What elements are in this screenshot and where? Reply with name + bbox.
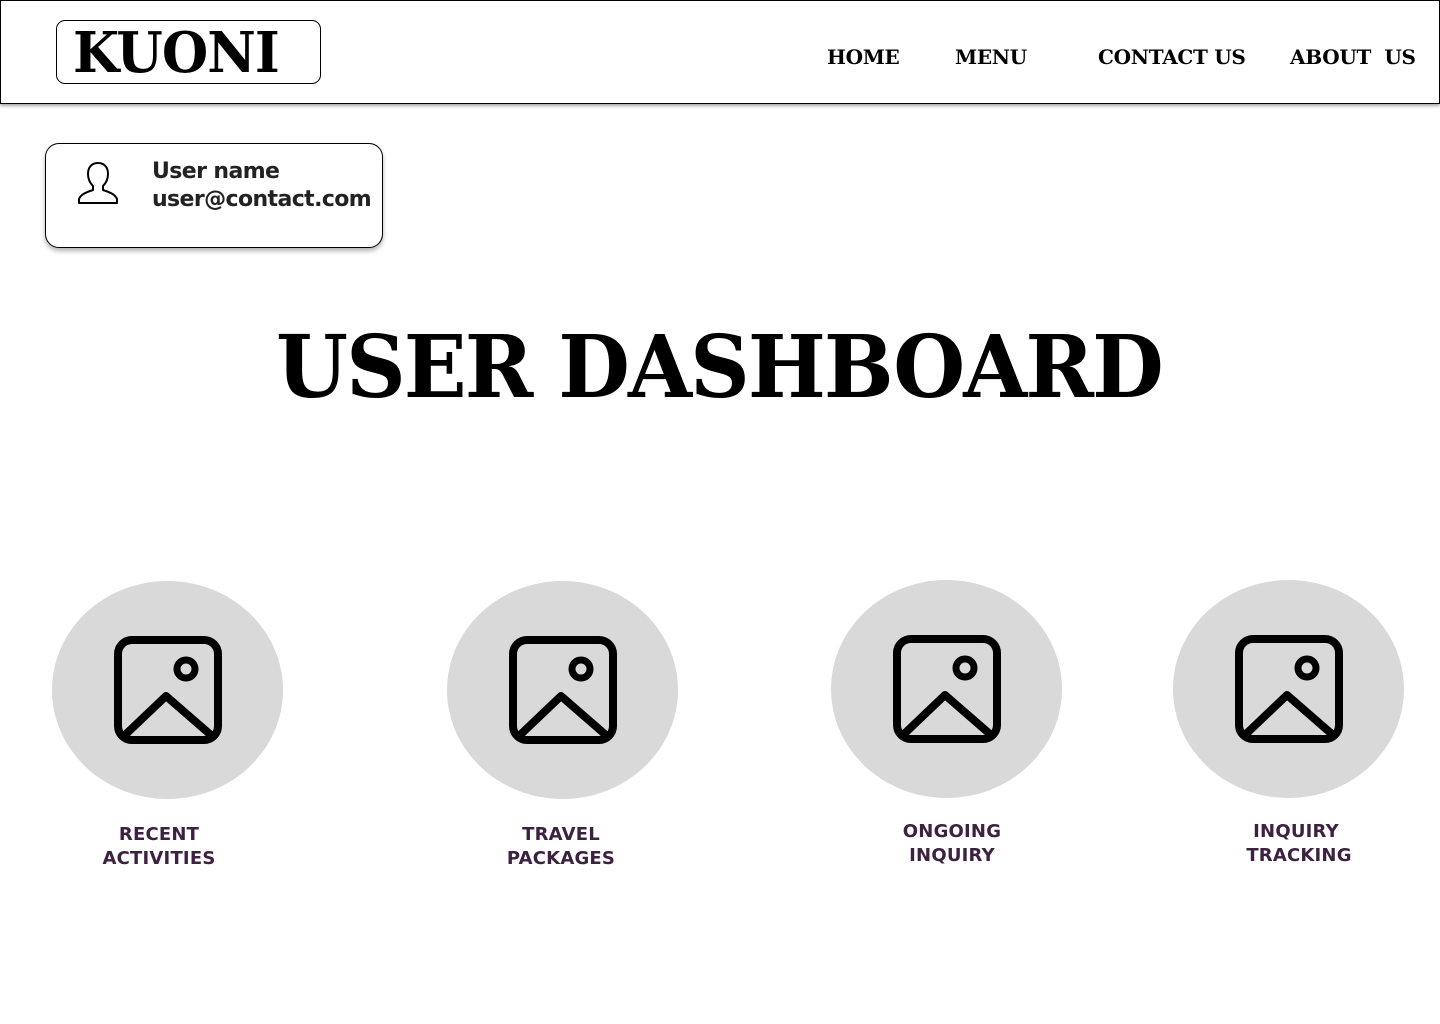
- logo-text: KUONI: [73, 20, 280, 86]
- nav-contact-link[interactable]: CONTACT US: [1098, 45, 1246, 69]
- image-icon: [1235, 635, 1343, 743]
- recent-activities-tile[interactable]: [52, 581, 283, 799]
- recent-activities-label[interactable]: RECENT ACTIVITIES: [59, 823, 259, 871]
- top-navbar: KUONI HOME MENU CONTACT US ABOUT US: [0, 0, 1440, 104]
- inquiry-tracking-label[interactable]: INQUIRY TRACKING: [1196, 820, 1396, 868]
- ongoing-inquiry-label[interactable]: ONGOING INQUIRY: [852, 820, 1052, 868]
- user-silhouette-icon: [77, 161, 119, 205]
- user-profile-card[interactable]: User name user@contact.com: [45, 143, 383, 248]
- nav-menu-link[interactable]: MENU: [955, 45, 1027, 69]
- image-icon: [893, 635, 1001, 743]
- travel-packages-tile[interactable]: [447, 581, 678, 799]
- image-icon: [114, 636, 222, 744]
- page-title: USER DASHBOARD: [276, 317, 1164, 418]
- user-email: user@contact.com: [152, 187, 372, 212]
- nav-home-link[interactable]: HOME: [827, 45, 900, 69]
- travel-packages-label[interactable]: TRAVEL PACKAGES: [461, 823, 661, 871]
- nav-about-link[interactable]: ABOUT US: [1290, 45, 1416, 69]
- logo[interactable]: KUONI: [56, 20, 321, 84]
- inquiry-tracking-tile[interactable]: [1173, 580, 1404, 798]
- user-name: User name: [152, 159, 280, 184]
- ongoing-inquiry-tile[interactable]: [831, 580, 1062, 798]
- image-icon: [509, 636, 617, 744]
